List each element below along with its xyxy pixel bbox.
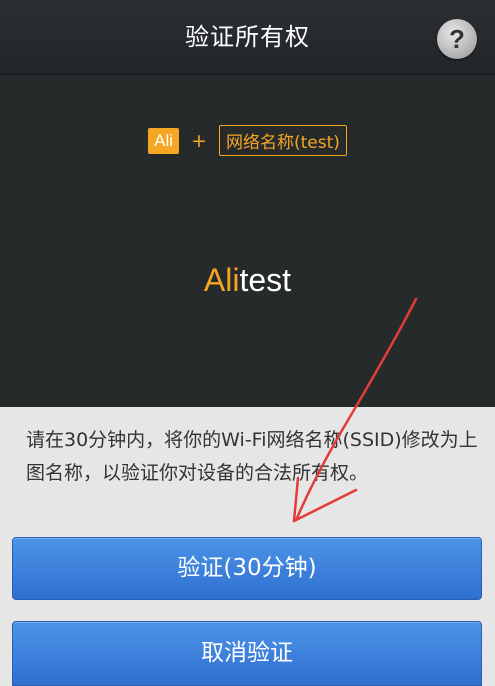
verify-button[interactable]: 验证(30分钟) [12,537,482,600]
ssid-formula: Ali + 网络名称(test) [0,125,495,156]
plus-sign: + [191,129,207,152]
cancel-verify-button[interactable]: 取消验证 [12,621,482,686]
instruction-text: 请在30分钟内，将你的Wi-Fi网络名称(SSID)修改为上图名称，以验证你对设… [26,429,478,484]
verify-ownership-screen: 验证所有权 ? Ali + 网络名称(test) Alitest 请在30分钟内… [0,0,495,686]
new-ssid-display: Alitest [0,262,495,299]
help-icon[interactable]: ? [437,19,477,59]
new-ssid-prefix: Ali [203,262,240,298]
ssid-preview-panel: Ali + 网络名称(test) Alitest [0,75,495,407]
title-bar: 验证所有权 ? [0,0,495,75]
network-name-badge: 网络名称(test) [218,125,347,156]
new-ssid-suffix: test [239,262,292,298]
prefix-badge: Ali [148,127,180,154]
page-title: 验证所有权 [185,23,310,51]
